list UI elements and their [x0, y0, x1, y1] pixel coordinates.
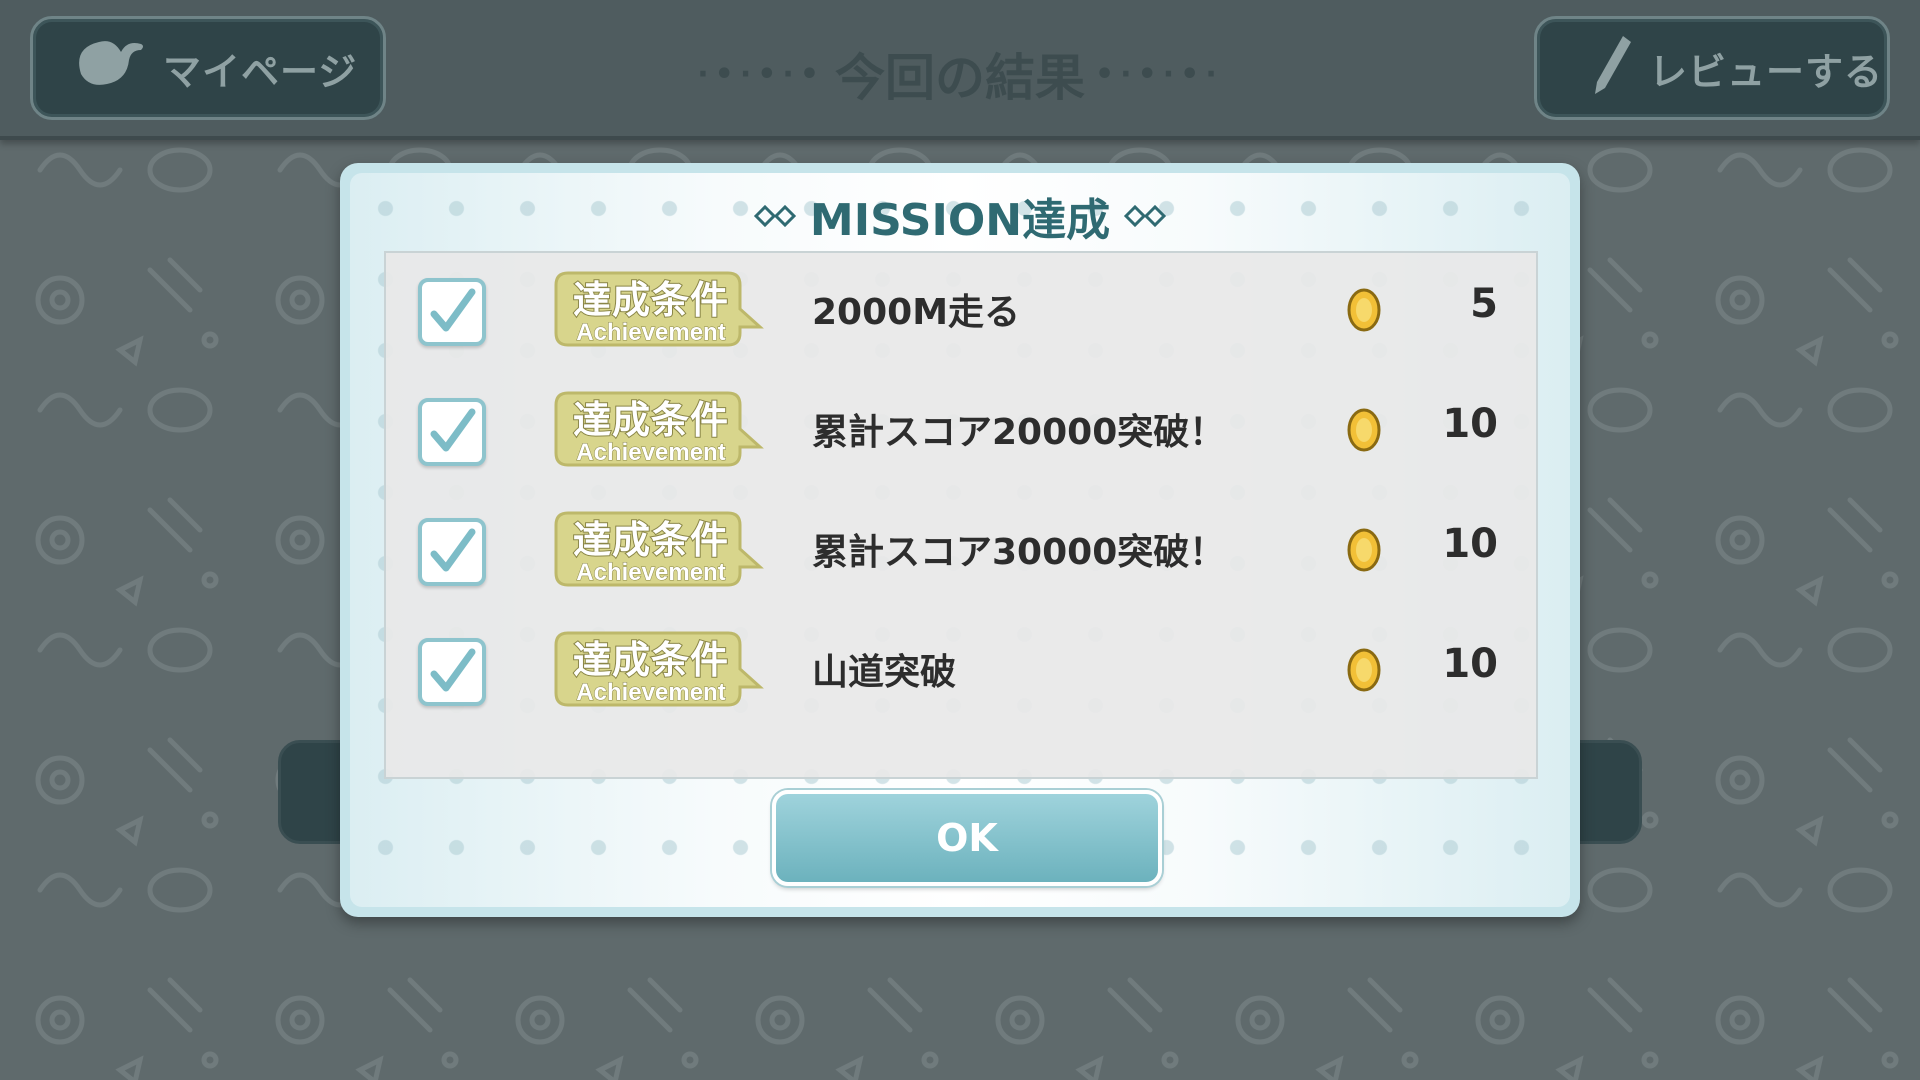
dialog-body: MISSION達成 達成条件 Achievement 2000M走る 5 達成条… [350, 173, 1570, 907]
badge-en-text: Achievement [576, 319, 726, 347]
checkmark-icon [430, 288, 476, 332]
mypage-label: マイページ [163, 49, 358, 94]
mission-text: 山道突破 [812, 652, 957, 693]
reward-amount: 10 [1442, 521, 1498, 567]
badge-en-text: Achievement [576, 559, 726, 587]
mission-row: 達成条件 Achievement 累計スコア20000突破！ 10 [386, 373, 1536, 493]
review-label: レビューする [1649, 49, 1884, 94]
mission-row: 達成条件 Achievement 山道突破 10 [386, 613, 1536, 733]
checkmark-icon [430, 648, 476, 692]
mission-text: 累計スコア20000突破！ [812, 412, 1226, 453]
mission-row: 達成条件 Achievement 累計スコア30000突破！ 10 [386, 493, 1536, 613]
badge-jp-text: 達成条件 [572, 637, 729, 683]
top-bar: マイページ ·•·•·• 今回の結果 •·•·•· レビューする [0, 0, 1920, 140]
gold-coin-icon [1347, 408, 1381, 452]
badge-en-text: Achievement [576, 439, 726, 467]
dialog-title-text: MISSION達成 [809, 195, 1111, 246]
mission-checkbox [418, 518, 486, 586]
achievement-badge: 達成条件 Achievement [554, 507, 766, 597]
mission-checkbox [418, 638, 486, 706]
badge-jp-text: 達成条件 [572, 397, 729, 443]
achievement-badge: 達成条件 Achievement [554, 267, 766, 357]
gold-coin-icon [1347, 528, 1381, 572]
gold-coin-icon [1347, 288, 1381, 332]
mission-complete-dialog: MISSION達成 達成条件 Achievement 2000M走る 5 達成条… [340, 163, 1580, 917]
reward-amount: 10 [1442, 641, 1498, 687]
checkmark-icon [430, 528, 476, 572]
badge-jp-text: 達成条件 [572, 517, 729, 563]
gold-coin-icon [1347, 648, 1381, 692]
mission-text: 累計スコア30000突破！ [812, 532, 1226, 573]
mission-checkbox [418, 398, 486, 466]
character-head-icon [71, 34, 149, 103]
diamond-ornament-right-icon [1124, 205, 1167, 227]
review-button[interactable]: レビューする [1534, 16, 1890, 120]
result-title-text: 今回の結果 [835, 49, 1085, 107]
reward-amount: 10 [1442, 401, 1498, 447]
game-screen: マイページ ·•·•·• 今回の結果 •·•·•· レビューする MISSION… [0, 0, 1920, 1080]
pencil-icon [1589, 32, 1635, 105]
checkmark-icon [430, 408, 476, 452]
achievement-badge: 達成条件 Achievement [554, 627, 766, 717]
diamond-ornament-left-icon [753, 205, 796, 227]
result-title: ·•·•·• 今回の結果 •·•·•· [660, 34, 1260, 114]
mission-row: 達成条件 Achievement 2000M走る 5 [386, 253, 1536, 373]
mission-checkbox [418, 278, 486, 346]
reward-amount: 5 [1470, 281, 1498, 327]
badge-en-text: Achievement [576, 679, 726, 707]
dialog-title: MISSION達成 [350, 181, 1570, 251]
ok-button[interactable]: OK [772, 790, 1162, 886]
mypage-button[interactable]: マイページ [30, 16, 386, 120]
badge-jp-text: 達成条件 [572, 277, 729, 323]
achievement-badge: 達成条件 Achievement [554, 387, 766, 477]
mission-text: 2000M走る [812, 292, 1021, 333]
mission-list: 達成条件 Achievement 2000M走る 5 達成条件 Achievem… [384, 251, 1538, 779]
title-dots-right: •·•·•· [1095, 56, 1223, 92]
title-dots-left: ·•·•·• [697, 56, 825, 92]
